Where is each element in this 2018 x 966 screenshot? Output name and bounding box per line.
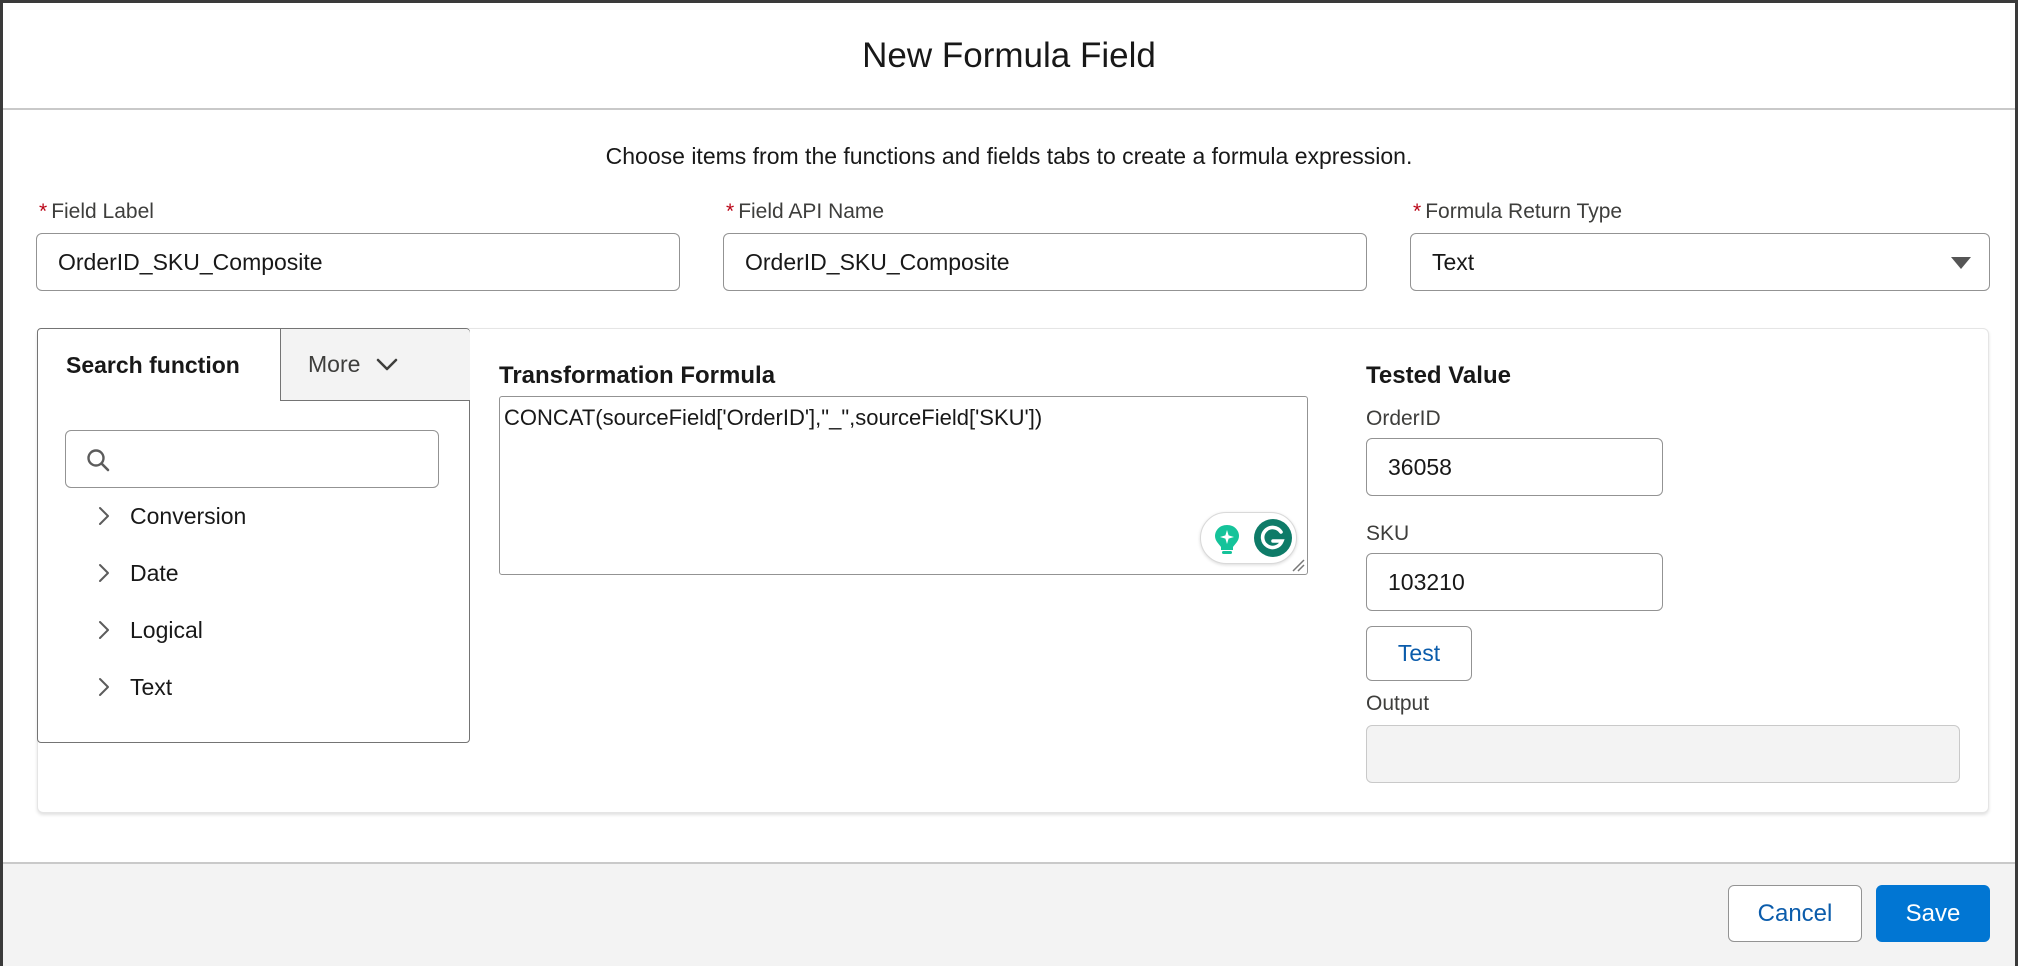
sku-label: SKU [1366,522,1410,545]
output-field [1366,725,1960,783]
tree-item-label: Conversion [130,502,247,529]
save-button[interactable]: Save [1876,885,1990,942]
caret-down-icon [1951,257,1971,269]
tab-more-label: More [308,351,361,377]
grammarly-widget[interactable] [1200,512,1297,564]
test-button[interactable]: Test [1366,626,1472,681]
required-marker: * [726,200,735,223]
modal-footer [3,862,2015,966]
output-label: Output [1366,692,1430,715]
tested-value-title: Tested Value [1366,362,1511,389]
orderid-input[interactable]: 36058 [1366,438,1663,496]
function-search-input[interactable] [65,430,439,488]
tree-item-text[interactable]: Text [98,670,172,704]
field-api-name-label: * Field API Name [726,200,885,223]
resize-grip-icon[interactable] [1291,558,1305,572]
required-marker: * [1413,200,1422,223]
tree-item-date[interactable]: Date [98,556,179,590]
tree-item-label: Date [130,559,179,586]
modal-header: New Formula Field [3,3,2015,110]
chevron-right-icon [99,621,109,639]
tree-item-label: Text [130,673,173,700]
functions-panel: Search function More Conversion Date Log… [37,328,470,743]
instructions-text: Choose items from the functions and fiel… [605,143,1413,169]
cancel-button[interactable]: Cancel [1728,885,1862,942]
grammarly-icon[interactable] [1253,518,1293,558]
return-type-select[interactable]: Text [1410,233,1990,291]
orderid-label: OrderID [1366,407,1441,430]
search-icon [87,449,110,472]
tree-item-label: Logical [130,616,203,643]
chevron-right-icon [99,564,109,582]
field-label-input[interactable]: OrderID_SKU_Composite [36,233,680,291]
chevron-down-icon [377,358,398,370]
formula-title: Transformation Formula [499,362,776,389]
tree-item-conversion[interactable]: Conversion [98,499,246,533]
tab-more[interactable]: More [280,329,470,401]
lightbulb-icon[interactable] [1209,521,1245,557]
tree-item-logical[interactable]: Logical [98,613,203,647]
chevron-right-icon [99,678,109,696]
field-api-name-input[interactable]: OrderID_SKU_Composite [723,233,1367,291]
required-marker: * [39,200,48,223]
field-label-label: * Field Label [39,200,154,223]
return-type-label: * Formula Return Type [1413,200,1623,223]
chevron-right-icon [99,507,109,525]
formula-field-modal: New Formula Field Choose items from the … [0,0,2018,966]
tab-search-function[interactable]: Search function [38,329,281,401]
modal-title: New Formula Field [862,35,1156,75]
formula-textarea[interactable]: CONCAT(sourceField['OrderID'],"_",source… [499,396,1308,575]
sku-input[interactable]: 103210 [1366,553,1663,611]
